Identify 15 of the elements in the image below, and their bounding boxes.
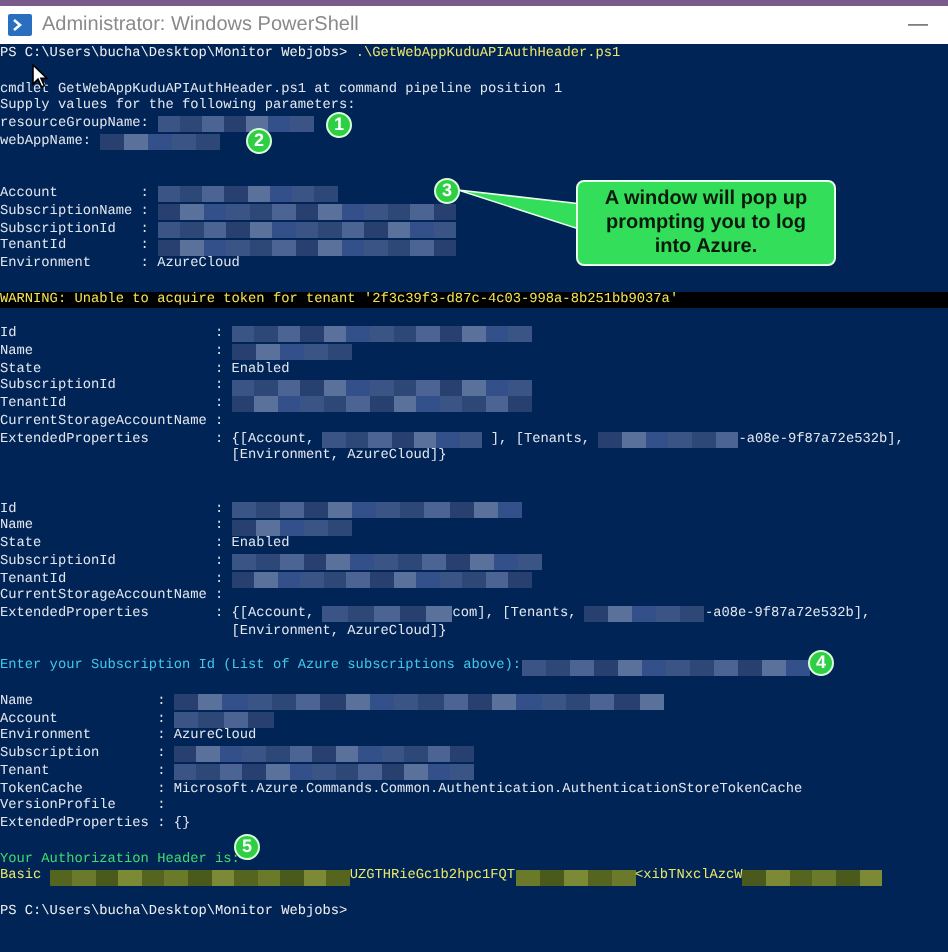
step-marker: 2 <box>246 128 272 154</box>
redacted-block <box>322 606 453 623</box>
redacted-block <box>99 134 220 151</box>
minimize-button[interactable]: — <box>896 10 940 40</box>
step-marker: 3 <box>434 178 460 204</box>
step-marker: 5 <box>234 834 260 860</box>
step-marker: 1 <box>326 112 352 138</box>
redacted-block <box>584 606 705 623</box>
powershell-icon <box>8 14 32 36</box>
redacted-block <box>515 869 636 886</box>
redacted-block <box>742 869 883 886</box>
window-title: Administrator: Windows PowerShell <box>42 12 359 40</box>
step-marker: 4 <box>808 650 834 676</box>
redacted-block <box>598 431 739 448</box>
callout-text: A window will pop up prompting you to log into Azure. <box>602 187 810 259</box>
